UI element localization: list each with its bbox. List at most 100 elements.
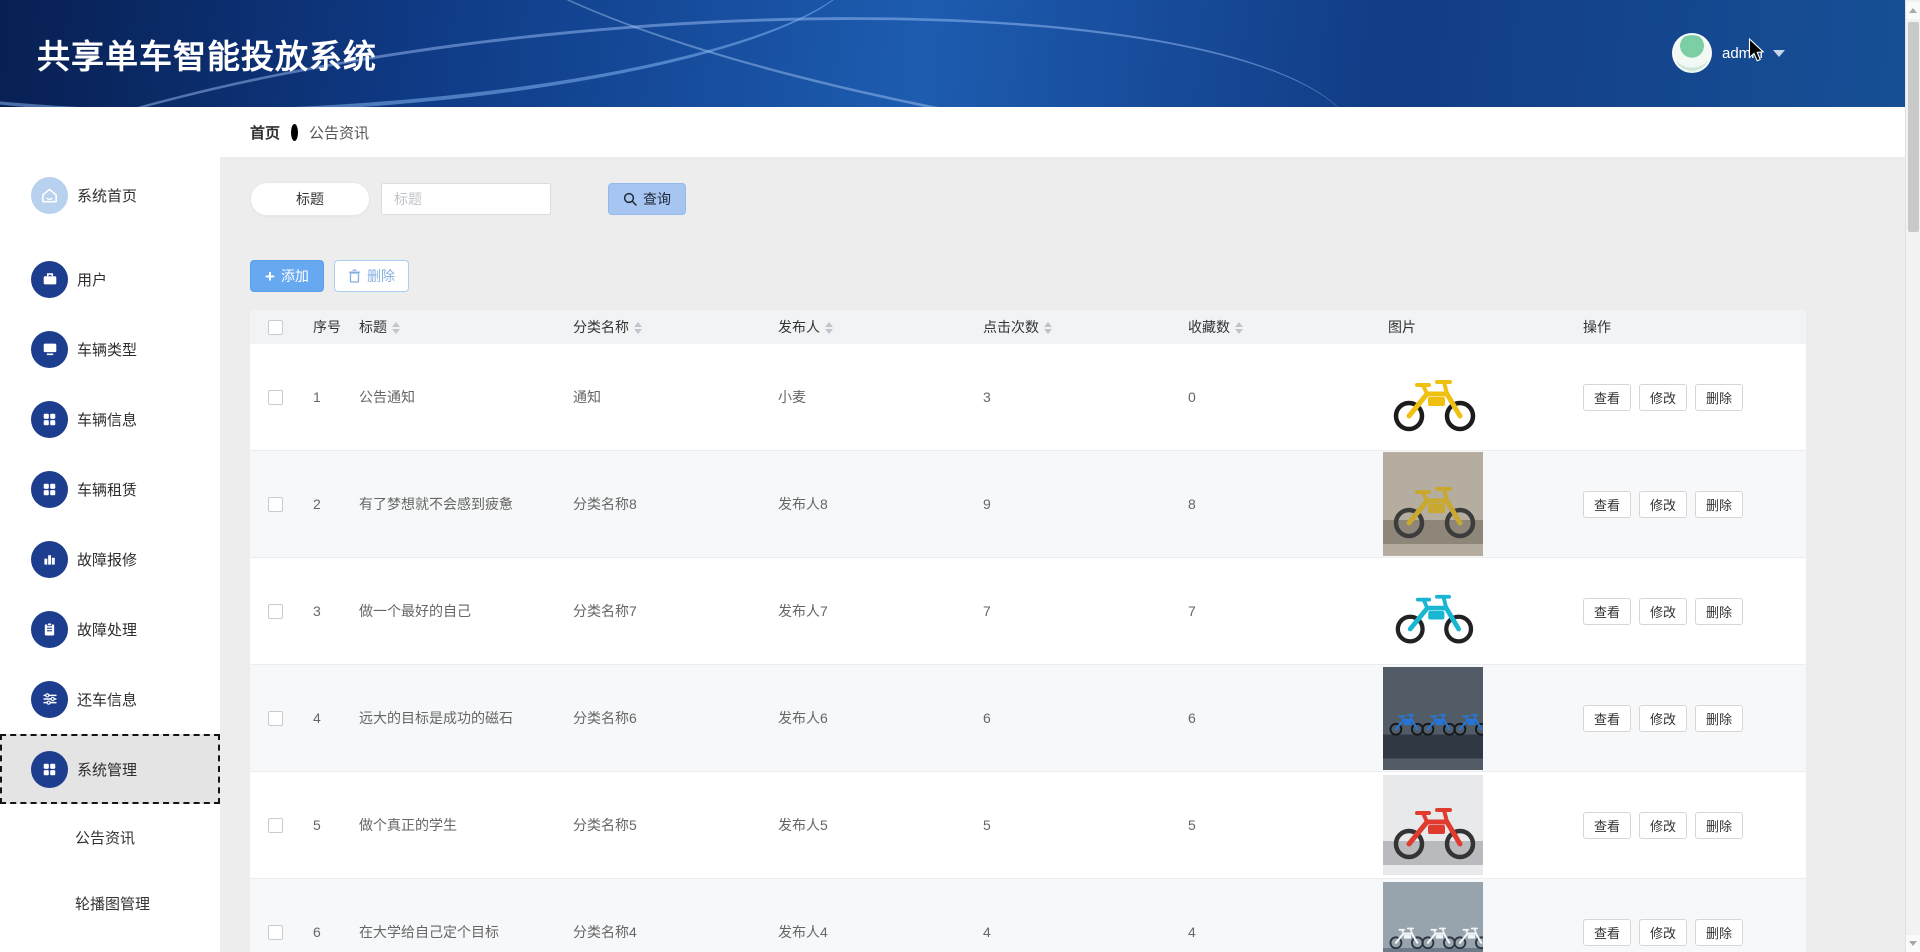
sidebar-item-1[interactable]: 用户 — [0, 244, 220, 314]
scrollbar-down-button[interactable] — [1906, 935, 1920, 952]
cell-clicks: 7 — [970, 558, 1175, 665]
content-panel: 标题 查询 + 添加 — [220, 157, 1920, 952]
column-header-publisher[interactable]: 发布人 — [765, 310, 970, 344]
select-all-checkbox[interactable] — [268, 320, 283, 335]
edit-row-button[interactable]: 修改 — [1639, 812, 1687, 839]
cell-publisher: 发布人4 — [765, 879, 970, 952]
vertical-scrollbar[interactable] — [1905, 0, 1920, 952]
sidebar-item-4[interactable]: 车辆租赁 — [0, 454, 220, 524]
sort-icons[interactable] — [392, 322, 400, 334]
column-header-title[interactable]: 标题 — [346, 310, 560, 344]
grid-icon — [31, 471, 68, 508]
row-checkbox[interactable] — [268, 497, 283, 512]
edit-row-button[interactable]: 修改 — [1639, 919, 1687, 946]
avatar[interactable] — [1672, 33, 1712, 73]
yellow-ebike-photo — [1383, 357, 1483, 437]
title-search-input[interactable] — [381, 183, 551, 215]
delete-row-button[interactable]: 删除 — [1695, 384, 1743, 411]
row-checkbox[interactable] — [268, 711, 283, 726]
cell-index: 2 — [300, 451, 346, 558]
row-checkbox[interactable] — [268, 604, 283, 619]
cell-actions: 查看修改删除 — [1570, 344, 1806, 451]
column-header-image: 图片 — [1375, 310, 1570, 344]
search-icon — [623, 192, 637, 206]
query-button-label: 查询 — [643, 189, 671, 209]
column-header-category[interactable]: 分类名称 — [560, 310, 765, 344]
user-menu[interactable]: admin — [1672, 25, 1785, 81]
cell-category: 分类名称4 — [560, 879, 765, 952]
column-header-favorites[interactable]: 收藏数 — [1175, 310, 1375, 344]
cell-category: 通知 — [560, 344, 765, 451]
breadcrumb-home-link[interactable]: 首页 — [250, 122, 280, 143]
row-checkbox[interactable] — [268, 925, 283, 940]
clipboard-icon — [31, 611, 68, 648]
edit-row-button[interactable]: 修改 — [1639, 384, 1687, 411]
table-header-row: 序号标题分类名称发布人点击次数收藏数图片操作 — [250, 310, 1806, 344]
delete-row-button[interactable]: 删除 — [1695, 491, 1743, 518]
sidebar-item-3[interactable]: 车辆信息 — [0, 384, 220, 454]
grid-icon — [31, 751, 68, 788]
scrollbar-up-button[interactable] — [1906, 2, 1920, 19]
announcement-table: 序号标题分类名称发布人点击次数收藏数图片操作 1公告通知通知小麦30查看修改删除… — [250, 310, 1806, 952]
sidebar-item-8[interactable]: 系统管理 — [0, 734, 220, 804]
view-row-button[interactable]: 查看 — [1583, 384, 1631, 411]
table-row: 3做一个最好的自己分类名称7发布人777查看修改删除 — [250, 558, 1806, 665]
column-header-clicks[interactable]: 点击次数 — [970, 310, 1175, 344]
title-filter-button[interactable]: 标题 — [250, 182, 370, 216]
chevron-down-icon — [1773, 50, 1785, 57]
sidebar-submenu: 公告资讯轮播图管理 — [0, 804, 220, 936]
view-row-button[interactable]: 查看 — [1583, 919, 1631, 946]
edit-row-button[interactable]: 修改 — [1639, 705, 1687, 732]
delete-row-button[interactable]: 删除 — [1695, 598, 1743, 625]
sort-icons[interactable] — [825, 322, 833, 334]
delete-row-button[interactable]: 删除 — [1695, 705, 1743, 732]
column-label: 序号 — [313, 319, 341, 335]
bike-workshop-photo — [1383, 452, 1483, 556]
cell-actions: 查看修改删除 — [1570, 879, 1806, 952]
cell-title: 远大的目标是成功的磁石 — [346, 665, 560, 772]
cell-favorites: 8 — [1175, 451, 1375, 558]
briefcase-icon — [31, 261, 68, 298]
sidebar-item-label: 用户 — [77, 269, 107, 290]
sidebar-subitem-1[interactable]: 轮播图管理 — [0, 870, 220, 936]
cell-favorites: 7 — [1175, 558, 1375, 665]
plus-icon: + — [265, 268, 275, 285]
cell-favorites: 0 — [1175, 344, 1375, 451]
cell-title: 在大学给自己定个目标 — [346, 879, 560, 952]
view-row-button[interactable]: 查看 — [1583, 491, 1631, 518]
sidebar-subitem-0[interactable]: 公告资讯 — [0, 804, 220, 870]
user-name: admin — [1722, 45, 1763, 62]
edit-row-button[interactable]: 修改 — [1639, 598, 1687, 625]
delete-button[interactable]: 删除 — [334, 260, 409, 292]
cell-image — [1375, 451, 1570, 558]
query-button[interactable]: 查询 — [608, 183, 686, 215]
scrollbar-thumb[interactable] — [1908, 22, 1919, 232]
sidebar-item-2[interactable]: 车辆类型 — [0, 314, 220, 384]
sidebar-item-5[interactable]: 故障报修 — [0, 524, 220, 594]
sidebar-item-0[interactable]: 系统首页 — [0, 160, 220, 230]
add-button[interactable]: + 添加 — [250, 260, 324, 292]
scroll-down-icon — [1909, 941, 1917, 946]
view-row-button[interactable]: 查看 — [1583, 812, 1631, 839]
app-title: 共享单车智能投放系统 — [37, 30, 377, 78]
cell-check — [250, 558, 300, 665]
row-checkbox[interactable] — [268, 818, 283, 833]
row-checkbox[interactable] — [268, 390, 283, 405]
sidebar-item-6[interactable]: 故障处理 — [0, 594, 220, 664]
delete-row-button[interactable]: 删除 — [1695, 812, 1743, 839]
edit-row-button[interactable]: 修改 — [1639, 491, 1687, 518]
sort-icons[interactable] — [1044, 322, 1052, 334]
view-row-button[interactable]: 查看 — [1583, 705, 1631, 732]
delete-row-button[interactable]: 删除 — [1695, 919, 1743, 946]
table-toolbar: + 添加 删除 — [250, 260, 1920, 292]
table-row: 5做个真正的学生分类名称5发布人555查看修改删除 — [250, 772, 1806, 879]
column-label: 点击次数 — [983, 319, 1039, 335]
sidebar-item-label: 车辆租赁 — [77, 479, 137, 500]
sort-icons[interactable] — [1235, 322, 1243, 334]
sidebar: 系统首页用户车辆类型车辆信息车辆租赁故障报修故障处理还车信息系统管理 公告资讯轮… — [0, 107, 220, 952]
sidebar-item-7[interactable]: 还车信息 — [0, 664, 220, 734]
sort-icons[interactable] — [634, 322, 642, 334]
main-area: 首页 公告资讯 标题 查询 + 添加 — [220, 107, 1920, 952]
cyan-ebike-photo — [1383, 573, 1483, 649]
view-row-button[interactable]: 查看 — [1583, 598, 1631, 625]
